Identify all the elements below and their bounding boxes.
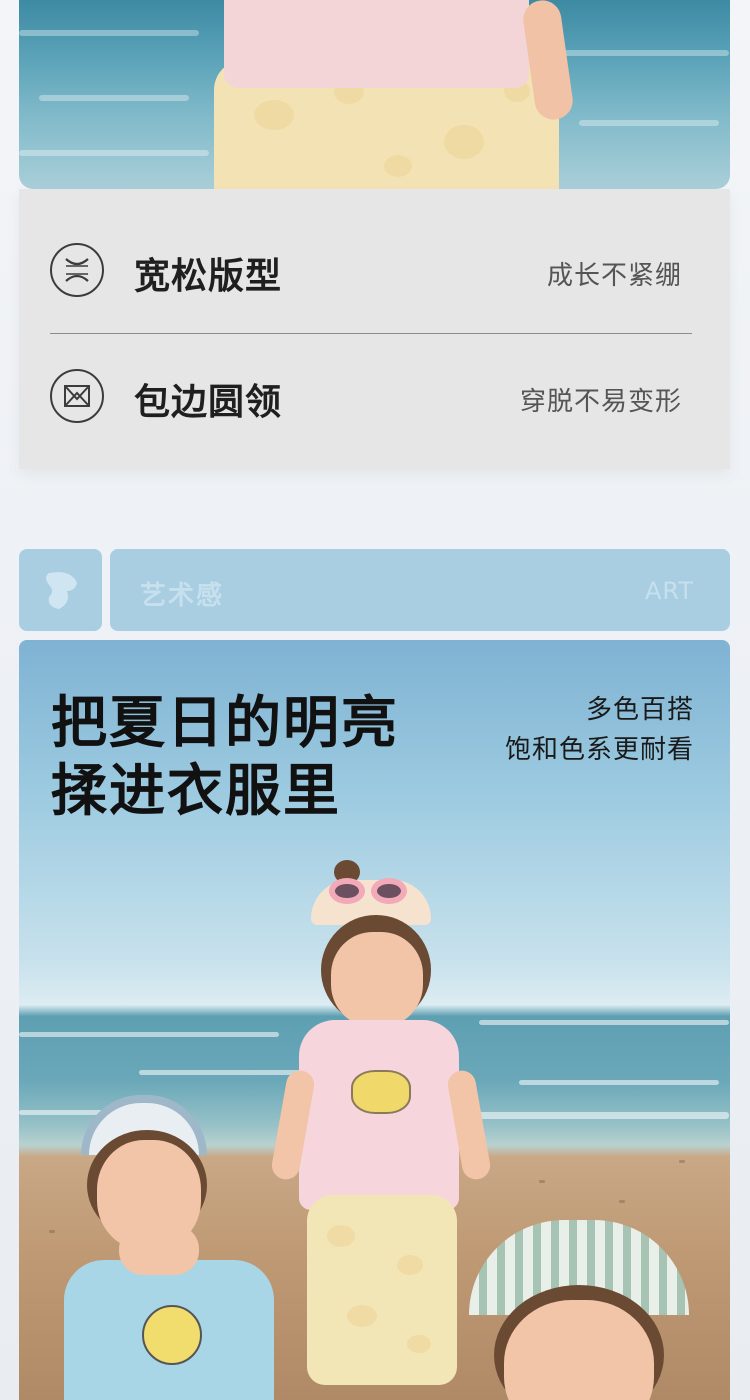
feature-subtitle: 穿脱不易变形	[519, 387, 682, 417]
hero-tagline: 多色百搭 饱和色系更耐看	[505, 690, 694, 770]
tagline-line: 多色百搭	[585, 695, 694, 725]
child-hands	[119, 1225, 199, 1275]
hero-photo: 把夏日的明亮 揉进衣服里 多色百搭 饱和色系更耐看	[19, 640, 730, 1400]
section-header-bar: 艺术感 ART	[110, 549, 730, 631]
headline-line: 把夏日的明亮	[51, 691, 399, 756]
section-title: 艺术感	[140, 581, 225, 611]
hero-headline: 把夏日的明亮 揉进衣服里	[51, 690, 399, 826]
butterfly-print-icon	[351, 1070, 411, 1114]
features-card: 宽松版型 成长不紧绷 包边圆领 穿脱不易变形	[19, 189, 730, 469]
feature-row-round-collar: 包边圆领 穿脱不易变形	[19, 335, 730, 455]
brand-logo-icon	[45, 572, 77, 609]
feature-row-loose-fit: 宽松版型 成长不紧绷	[19, 209, 730, 329]
sunglasses-icon	[329, 878, 365, 904]
feature-divider	[50, 333, 692, 334]
child-shirt	[224, 0, 529, 88]
child-right	[459, 1215, 719, 1400]
top-product-photo	[19, 0, 730, 189]
round-collar-icon	[50, 369, 104, 423]
section-title-en: ART	[644, 577, 694, 605]
feature-subtitle: 成长不紧绷	[546, 261, 682, 291]
headline-line: 揉进衣服里	[51, 759, 341, 824]
loose-fit-icon	[50, 243, 104, 297]
blue-tshirt	[64, 1260, 274, 1400]
brand-logo-tile	[19, 549, 102, 631]
child-face	[331, 932, 423, 1027]
child-left	[59, 1090, 289, 1400]
feature-title: 包边圆领	[134, 382, 283, 423]
feature-title: 宽松版型	[134, 256, 283, 297]
yellow-pants	[307, 1195, 457, 1385]
cat-print-icon	[142, 1305, 202, 1365]
pink-tshirt	[299, 1020, 459, 1210]
tagline-line: 饱和色系更耐看	[504, 735, 694, 765]
